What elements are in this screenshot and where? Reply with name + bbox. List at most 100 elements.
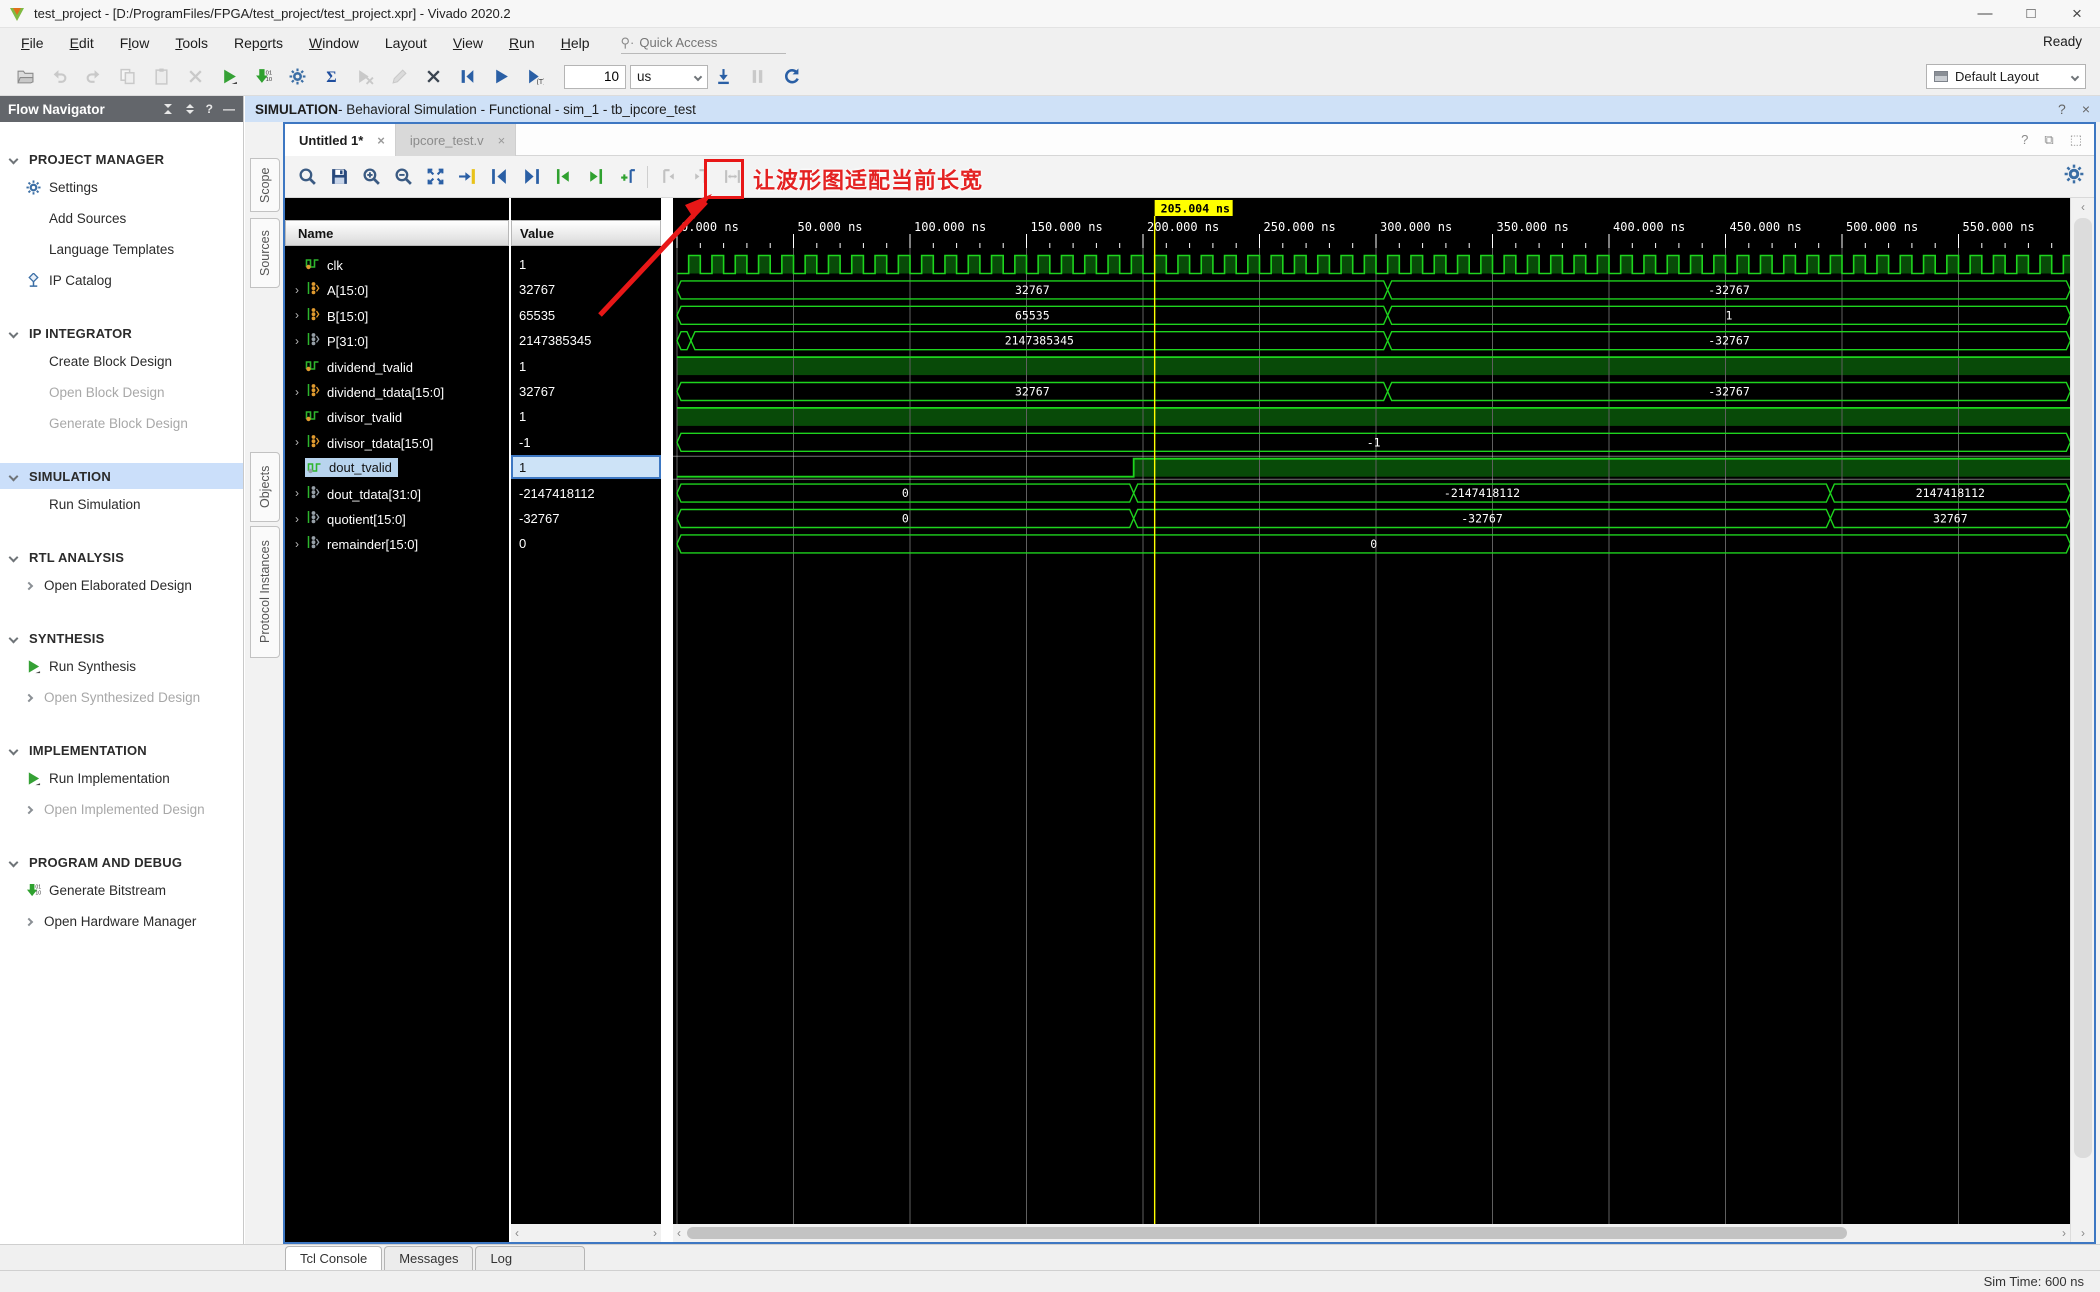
chevron-down-icon[interactable] — [8, 328, 19, 338]
scroll-left-icon[interactable]: ‹ — [677, 1226, 681, 1240]
signal-row-quotient150[interactable]: › quotient[15:0] — [285, 506, 509, 531]
expand-icon[interactable]: › — [289, 283, 305, 297]
goto-time-start-button[interactable] — [483, 161, 515, 193]
menu-run[interactable]: Run — [496, 31, 548, 55]
section-header[interactable]: SIMULATION — [0, 463, 243, 489]
close-icon[interactable]: × — [498, 133, 506, 148]
chevron-down-icon[interactable] — [8, 745, 19, 755]
signal-value[interactable]: 32767 — [511, 277, 661, 302]
expand-icon[interactable]: › — [289, 334, 305, 348]
run-for-time-button[interactable]: (T) — [520, 63, 550, 91]
signal-row-remainder150[interactable]: › remainder[15:0] — [285, 531, 509, 556]
sidebar-item-settings[interactable]: Settings — [0, 172, 243, 203]
menu-help[interactable]: Help — [548, 31, 603, 55]
side-tab-scope[interactable]: Scope — [250, 158, 280, 212]
signal-row-dividend_tdata150[interactable]: › dividend_tdata[15:0] — [285, 379, 509, 404]
expand-icon[interactable]: › — [289, 512, 305, 526]
sidebar-item-generate-bitstream[interactable]: 01 10 Generate Bitstream — [0, 875, 243, 906]
collapse-all-icon[interactable] — [162, 103, 174, 115]
signal-value[interactable]: -2147418112 — [511, 481, 661, 506]
sidebar-item-open-elaborated-design[interactable]: Open Elaborated Design — [0, 570, 243, 601]
sidebar-item-create-block-design[interactable]: Create Block Design — [0, 346, 243, 377]
signal-row-dividend_tvalid[interactable]: dividend_tvalid — [285, 354, 509, 379]
signal-row-clk[interactable]: clk — [285, 252, 509, 277]
zoom-out-button[interactable] — [387, 161, 419, 193]
signal-value[interactable]: 1 — [511, 252, 661, 277]
bottom-tab-log[interactable]: Log — [475, 1246, 586, 1270]
relaunch-simulation-button[interactable] — [776, 63, 806, 91]
step-button[interactable] — [708, 63, 738, 91]
menu-file[interactable]: File — [8, 31, 57, 55]
expand-icon[interactable]: › — [289, 435, 305, 449]
chevron-right-icon[interactable] — [24, 805, 34, 814]
breakpoint-button[interactable] — [418, 63, 448, 91]
expand-icon[interactable]: › — [289, 486, 305, 500]
minimize-button[interactable]: — — [1962, 0, 2008, 27]
goto-time-end-button[interactable] — [515, 161, 547, 193]
run-all-button[interactable] — [486, 63, 516, 91]
scrollbar-thumb[interactable] — [2074, 218, 2092, 1158]
side-tab-objects[interactable]: Objects — [250, 452, 280, 522]
layout-selector[interactable]: Default Layout — [1926, 64, 2086, 89]
bottom-tab-tcl-console[interactable]: Tcl Console — [285, 1246, 383, 1270]
signal-value[interactable]: 1 — [511, 404, 661, 429]
waveform-scrollbar[interactable]: ‹ › — [673, 1224, 2070, 1242]
sidebar-item-language-templates[interactable]: Language Templates — [0, 234, 243, 265]
bottom-tab-messages[interactable]: Messages — [384, 1246, 474, 1270]
zoom-in-button[interactable] — [355, 161, 387, 193]
help-icon[interactable]: ? — [2058, 101, 2066, 117]
run-button[interactable] — [214, 63, 244, 91]
chevron-down-icon[interactable] — [8, 857, 19, 867]
menu-edit[interactable]: Edit — [57, 31, 107, 55]
menu-layout[interactable]: Layout — [372, 31, 440, 55]
sidebar-item-open-hardware-manager[interactable]: Open Hardware Manager — [0, 906, 243, 937]
chevron-down-icon[interactable] — [8, 154, 19, 164]
scroll-down-icon[interactable]: › — [2071, 1226, 2095, 1240]
close-button[interactable]: × — [2054, 0, 2100, 27]
maximize-button[interactable]: □ — [2008, 0, 2054, 27]
scroll-left-icon[interactable]: ‹ — [515, 1226, 519, 1240]
signal-value[interactable]: 65535 — [511, 303, 661, 328]
column-divider[interactable] — [661, 198, 673, 1242]
menu-window[interactable]: Window — [296, 31, 372, 55]
name-column-header[interactable]: Name — [285, 220, 509, 246]
generate-bitstream-quick-button[interactable]: 01 10 — [248, 63, 278, 91]
expand-icon[interactable]: › — [289, 308, 305, 322]
chevron-down-icon[interactable] — [8, 633, 19, 643]
signal-row-divisor_tdata150[interactable]: › divisor_tdata[15:0] — [285, 430, 509, 455]
restart-simulation-button[interactable] — [452, 63, 482, 91]
chevron-right-icon[interactable] — [24, 581, 34, 590]
save-waveform-button[interactable] — [323, 161, 355, 193]
run-time-input[interactable] — [564, 64, 626, 89]
menu-tools[interactable]: Tools — [162, 31, 221, 55]
signal-row-B150[interactable]: › B[15:0] — [285, 303, 509, 328]
menu-flow[interactable]: Flow — [107, 31, 163, 55]
value-column-scrollbar[interactable]: ‹ › — [511, 1224, 661, 1242]
tab-untitled-1-[interactable]: Untitled 1* × — [285, 124, 396, 156]
zoom-to-cursor-button[interactable] — [451, 161, 483, 193]
report-summary-button[interactable]: Σ — [316, 63, 346, 91]
signal-value[interactable]: 1 — [511, 354, 661, 379]
scroll-up-icon[interactable]: ‹ — [2071, 200, 2095, 214]
chevron-right-icon[interactable] — [24, 917, 34, 926]
help-icon[interactable]: ? — [206, 102, 213, 116]
vertical-scrollbar[interactable]: ‹ › — [2070, 198, 2094, 1242]
side-tab-protocol-instances[interactable]: Protocol Instances — [250, 526, 280, 658]
signal-value[interactable]: 1 — [511, 455, 661, 480]
section-header[interactable]: PROGRAM AND DEBUG — [0, 849, 243, 875]
chevron-down-icon[interactable] — [8, 471, 19, 481]
section-header[interactable]: PROJECT MANAGER — [0, 146, 243, 172]
signal-value[interactable]: 32767 — [511, 379, 661, 404]
time-unit-select[interactable]: us — [630, 64, 708, 89]
scroll-right-icon[interactable]: › — [653, 1226, 657, 1240]
expand-all-icon[interactable] — [184, 103, 196, 115]
sidebar-item-run-synthesis[interactable]: Run Synthesis — [0, 651, 243, 682]
chevron-right-icon[interactable] — [24, 693, 34, 702]
chevron-down-icon[interactable] — [8, 552, 19, 562]
minimize-panel-icon[interactable]: — — [223, 102, 235, 116]
section-header[interactable]: IP INTEGRATOR — [0, 320, 243, 346]
sidebar-item-run-simulation[interactable]: Run Simulation — [0, 489, 243, 520]
waveform-plot-area[interactable]: 0.000 ns 50.000 ns 100.000 ns 150.000 ns 200… — [673, 198, 2070, 1242]
previous-transition-button[interactable] — [547, 161, 579, 193]
signal-row-A150[interactable]: › A[15:0] — [285, 277, 509, 302]
